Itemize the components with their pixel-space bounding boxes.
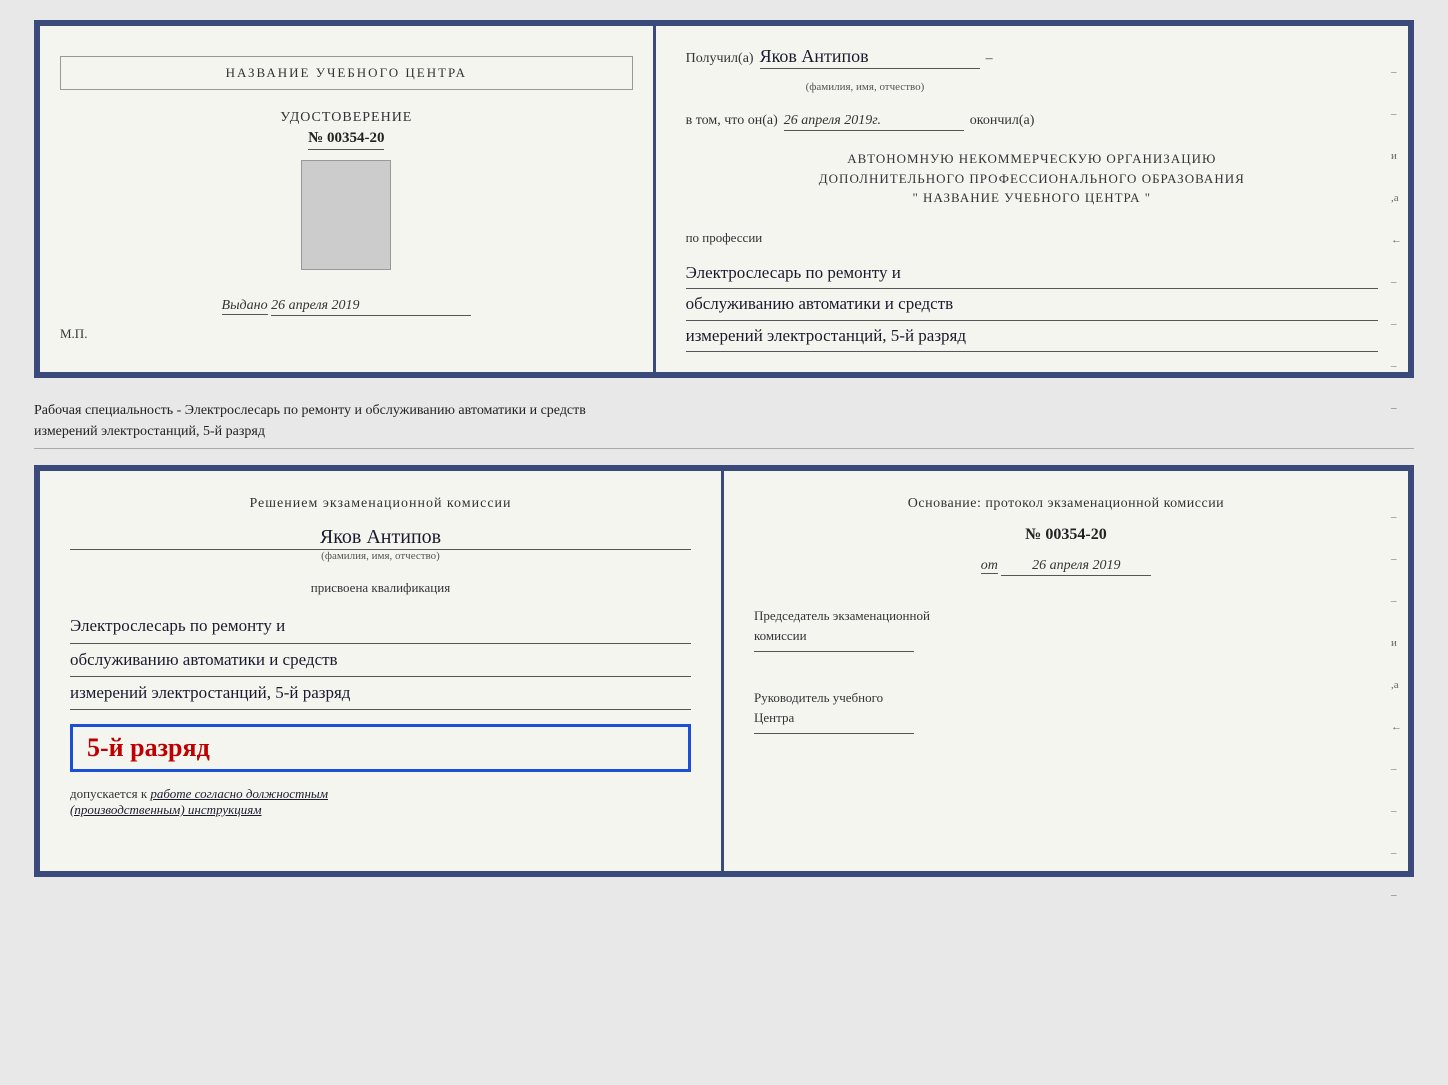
bottom-fio-label: (фамилия, имя, отчество) — [70, 550, 691, 562]
po-professii-label: по профессии — [686, 230, 1378, 246]
between-specialty-text: Рабочая специальность - Электрослесарь п… — [34, 394, 1414, 449]
dopusk-line2: (производственным) инструкциям — [70, 802, 262, 817]
issued-date: 26 апреля 2019 — [271, 298, 471, 316]
top-certificate: НАЗВАНИЕ УЧЕБНОГО ЦЕНТРА УДОСТОВЕРЕНИЕ №… — [34, 20, 1414, 378]
cert-left-panel: НАЗВАНИЕ УЧЕБНОГО ЦЕНТРА УДОСТОВЕРЕНИЕ №… — [40, 26, 656, 372]
rukovoditel-block: Руководитель учебного Центра — [754, 688, 1378, 736]
profession-line3: измерений электростанций, 5-й разряд — [686, 321, 1378, 353]
side-marks: – – и ,а ← – – – – — [1391, 66, 1402, 414]
profession-line1: Электрослесарь по ремонту и — [686, 258, 1378, 290]
udost-block: УДОСТОВЕРЕНИЕ № 00354-20 — [280, 110, 412, 150]
vtom-line: в том, что он(а) 26 апреля 2019г. окончи… — [686, 113, 1378, 131]
predsedatel-block: Председатель экзаменационной комиссии — [754, 606, 1378, 654]
cert-right-panel: Получил(а) Яков Антипов – (фамилия, имя,… — [656, 26, 1408, 372]
resheniem-label: Решением экзаменационной комиссии — [70, 496, 691, 512]
bottom-right-panel: Основание: протокол экзаменационной коми… — [724, 471, 1408, 871]
predsedatel-signature-line — [754, 651, 914, 652]
bottom-side-marks: – – – и ,а ← – – – – — [1391, 511, 1402, 901]
bottom-name: Яков Антипов — [70, 526, 691, 550]
issued-block: Выдано 26 апреля 2019 — [222, 298, 472, 316]
dopusk-line1: работе согласно должностным — [150, 786, 328, 801]
bottom-left-panel: Решением экзаменационной комиссии Яков А… — [40, 471, 724, 871]
qual-line3: измерений электростанций, 5-й разряд — [70, 677, 691, 710]
recipient-name: Яков Антипов — [760, 46, 980, 69]
org-line1: АВТОНОМНУЮ НЕКОММЕРЧЕСКУЮ ОРГАНИЗАЦИЮ — [847, 151, 1216, 166]
rukovoditel-signature-line — [754, 733, 914, 734]
rukovoditel-label: Руководитель учебного Центра — [754, 688, 1378, 727]
protocol-number: № 00354-20 — [754, 526, 1378, 544]
razryad-box: 5-й разряд — [70, 724, 691, 772]
name-block: Яков Антипов (фамилия, имя, отчество) — [70, 526, 691, 562]
photo-placeholder — [301, 160, 391, 270]
razryad-display: 5-й разряд — [87, 733, 210, 762]
document-container: НАЗВАНИЕ УЧЕБНОГО ЦЕНТРА УДОСТОВЕРЕНИЕ №… — [34, 20, 1414, 877]
predsedatel-label: Председатель экзаменационной комиссии — [754, 606, 1378, 645]
udost-label: УДОСТОВЕРЕНИЕ — [280, 110, 412, 126]
vtom-label: в том, что он(а) — [686, 113, 778, 129]
issued-label: Выдано — [222, 298, 268, 315]
udost-number: № 00354-20 — [308, 130, 384, 150]
fio-sublabel: (фамилия, имя, отчество) — [806, 81, 1378, 93]
poluchil-line: Получил(а) Яков Антипов – — [686, 46, 1378, 69]
org-line3: " НАЗВАНИЕ УЧЕБНОГО ЦЕНТРА " — [913, 190, 1152, 205]
vtom-date: 26 апреля 2019г. — [784, 113, 964, 131]
mp-label: М.П. — [60, 326, 87, 342]
dopusk-block: допускается к работе согласно должностны… — [70, 786, 691, 818]
from-date: от 26 апреля 2019 — [754, 558, 1378, 576]
osnovanie-label: Основание: протокол экзаменационной коми… — [754, 496, 1378, 512]
qual-line1: Электрослесарь по ремонту и — [70, 610, 691, 643]
org-line2: ДОПОЛНИТЕЛЬНОГО ПРОФЕССИОНАЛЬНОГО ОБРАЗО… — [819, 171, 1245, 186]
dash: – — [986, 51, 993, 67]
specialty-description: Рабочая специальность - Электрослесарь п… — [34, 403, 586, 439]
profession-block: Электрослесарь по ремонту и обслуживанию… — [686, 258, 1378, 353]
qual-line2: обслуживанию автоматики и средств — [70, 644, 691, 677]
training-center-title: НАЗВАНИЕ УЧЕБНОГО ЦЕНТРА — [60, 56, 633, 90]
bottom-certificate: Решением экзаменационной комиссии Яков А… — [34, 465, 1414, 877]
dopusk-prefix: допускается к — [70, 786, 147, 801]
prisvoena-label: присвоена квалификация — [70, 580, 691, 596]
org-block: АВТОНОМНУЮ НЕКОММЕРЧЕСКУЮ ОРГАНИЗАЦИЮ ДО… — [686, 149, 1378, 208]
profession-line2: обслуживанию автоматики и средств — [686, 289, 1378, 321]
qual-block: Электрослесарь по ремонту и обслуживанию… — [70, 610, 691, 710]
poluchil-label: Получил(а) — [686, 51, 754, 67]
ot-label: от — [981, 558, 998, 574]
okonchil-label: окончил(а) — [970, 113, 1035, 129]
ot-date: 26 апреля 2019 — [1001, 558, 1151, 576]
